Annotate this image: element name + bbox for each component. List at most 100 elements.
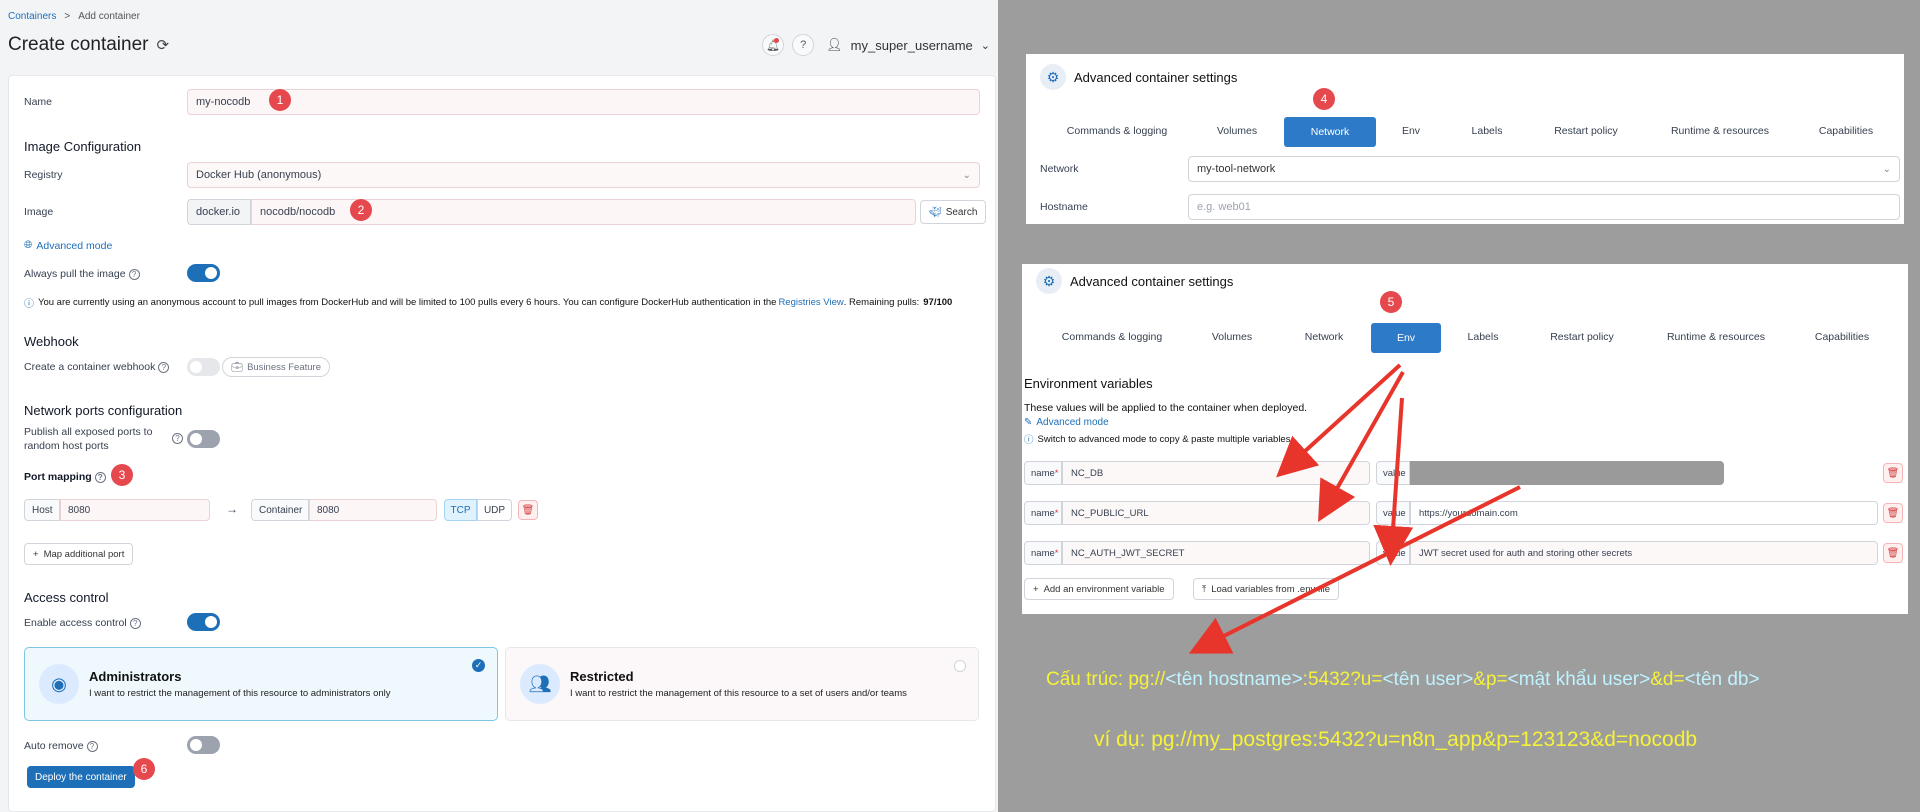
required-marker: * [1054, 547, 1059, 559]
tab-network[interactable]: Network [1284, 117, 1376, 147]
registry-select[interactable]: Docker Hub (anonymous) ⌄ [187, 162, 980, 188]
webhook-label: Create a container webhook? [24, 361, 170, 373]
access-control-toggle[interactable] [187, 613, 220, 631]
registries-view-link[interactable]: Registries View [778, 297, 843, 308]
tab-network[interactable]: Network [1305, 331, 1344, 343]
tab-env[interactable]: Env [1402, 125, 1420, 137]
image-registry-prefix: docker.io [187, 199, 251, 225]
edit-icon: ✎ [1024, 417, 1033, 428]
map-additional-port-button[interactable]: + Map additional port [24, 543, 134, 565]
administrators-text: Administrators I want to restrict the ma… [89, 669, 391, 699]
enable-access-text: Enable access control [24, 617, 127, 629]
publish-ports-toggle[interactable] [187, 430, 220, 448]
port-mapping-label: Port mapping? [24, 471, 106, 483]
help-circle-icon[interactable]: ? [129, 618, 141, 629]
network-select[interactable]: my-tool-network ⌄ [1188, 156, 1900, 182]
help-icon[interactable]: ? [792, 34, 815, 56]
advanced-mode-link[interactable]: 🌐︎ Advanced mode [24, 239, 112, 252]
panel-title: Advanced container settings [1070, 273, 1234, 289]
hostname-input[interactable]: e.g. web01 [1188, 194, 1900, 220]
notification-bell-icon[interactable]: 🔔︎ [762, 34, 785, 56]
tab-volumes[interactable]: Volumes [1212, 331, 1252, 343]
always-pull-toggle[interactable] [187, 264, 220, 282]
auto-remove-toggle[interactable] [187, 736, 220, 754]
breadcrumb-containers-link[interactable]: Containers [8, 11, 56, 22]
gear-icon: ⚙︎ [1040, 64, 1066, 90]
info-icon: ⓘ [1024, 435, 1034, 446]
env-name-input[interactable]: NC_DB [1062, 461, 1370, 485]
help-circle-icon[interactable]: ? [86, 741, 98, 752]
breadcrumb: Containers > Add container [8, 11, 140, 22]
tab-runtime-resources[interactable]: Runtime & resources [1667, 331, 1765, 343]
top-right-toolbar: 🔔︎ ? 👤︎ my_super_username ⌄ [762, 34, 990, 56]
notification-dot [774, 38, 780, 43]
restricted-option-card[interactable]: 👥︎ Restricted I want to restrict the man… [505, 647, 979, 721]
tab-commands-logging[interactable]: Commands & logging [1062, 331, 1162, 343]
env-value-input[interactable]: https://yourdomain.com [1410, 501, 1878, 525]
dockerhub-info-message: ⓘ You are currently using an anonymous a… [24, 295, 952, 310]
upload-icon: ⤒ [1202, 583, 1207, 595]
refresh-icon[interactable]: ⟳ [156, 36, 169, 54]
host-port-input[interactable]: 8080 [60, 499, 210, 521]
remove-env-trash-icon[interactable]: 🗑︎ [1883, 503, 1903, 523]
users-icon: 👥︎ [520, 664, 560, 704]
always-pull-label: Always pull the image? [24, 268, 140, 280]
container-port-input[interactable]: 8080 [309, 499, 437, 521]
eye-off-icon: ◉ [39, 664, 79, 704]
tab-labels[interactable]: Labels [1468, 331, 1499, 343]
docker-icon: 🐳︎ [929, 206, 942, 218]
name-key-text: name [1031, 547, 1055, 559]
username[interactable]: my_super_username [851, 38, 973, 53]
env-name-input[interactable]: NC_PUBLIC_URL [1062, 501, 1370, 525]
tab-runtime-resources[interactable]: Runtime & resources [1671, 125, 1769, 137]
load-env-file-button[interactable]: ⤒ Load variables from .env file [1193, 578, 1340, 600]
tab-restart-policy[interactable]: Restart policy [1550, 331, 1614, 343]
help-circle-icon[interactable]: ? [94, 472, 106, 483]
env-value-input[interactable]: JWT secret used for auth and storing oth… [1410, 541, 1878, 565]
env-advanced-mode-link[interactable]: ✎ Advanced mode [1024, 417, 1109, 428]
search-image-button[interactable]: 🐳︎ Search [920, 200, 987, 224]
tab-commands-logging[interactable]: Commands & logging [1067, 125, 1167, 137]
connection-structure-annotation: Cấu trúc: pg://<tên hostname>:5432?u=<tê… [1046, 669, 1760, 691]
panel-header: ⚙︎ Advanced container settings [1040, 64, 1237, 90]
network-label: Network [1040, 163, 1079, 175]
administrators-option-card[interactable]: ◉ Administrators I want to restrict the … [24, 647, 498, 721]
help-circle-icon[interactable]: ? [158, 362, 170, 373]
name-input[interactable]: my-nocodb [187, 89, 980, 115]
search-button-label: Search [945, 206, 978, 218]
env-value-key-label: value [1376, 461, 1410, 485]
tab-capabilities[interactable]: Capabilities [1815, 331, 1869, 343]
annotation-badge-3: 3 [111, 464, 133, 486]
tab-volumes[interactable]: Volumes [1217, 125, 1257, 137]
network-settings-panel: ⚙︎ Advanced container settings Commands … [1026, 54, 1904, 224]
remaining-pulls: 97/100 [923, 297, 953, 308]
help-circle-icon[interactable]: ? [128, 269, 140, 280]
env-value-input[interactable] [1410, 461, 1724, 485]
administrators-title: Administrators [89, 669, 182, 684]
breadcrumb-separator: > [64, 11, 71, 22]
remove-env-trash-icon[interactable]: 🗑︎ [1883, 543, 1903, 563]
gear-icon: ⚙︎ [1036, 268, 1062, 294]
udp-toggle[interactable]: UDP [477, 499, 512, 521]
registry-value: Docker Hub (anonymous) [196, 169, 322, 181]
env-value-key-label: value [1376, 541, 1410, 565]
auto-remove-text: Auto remove [24, 740, 84, 752]
deploy-container-button[interactable]: Deploy the container [27, 766, 135, 788]
tcp-toggle[interactable]: TCP [444, 499, 477, 521]
restricted-radio[interactable] [954, 660, 966, 672]
tab-capabilities[interactable]: Capabilities [1819, 125, 1873, 137]
env-name-key-label: name * [1024, 541, 1062, 565]
tab-restart-policy[interactable]: Restart policy [1554, 125, 1618, 137]
info-text: You are currently using an anonymous acc… [38, 297, 777, 308]
env-name-input[interactable]: NC_AUTH_JWT_SECRET [1062, 541, 1370, 565]
tab-env[interactable]: Env [1371, 323, 1441, 353]
remove-env-trash-icon[interactable]: 🗑︎ [1883, 463, 1903, 483]
user-menu-chevron-icon[interactable]: ⌄ [981, 39, 990, 52]
tab-labels[interactable]: Labels [1472, 125, 1503, 137]
remove-port-trash-icon[interactable]: 🗑︎ [518, 500, 538, 520]
panel-header: ⚙︎ Advanced container settings [1036, 268, 1233, 294]
webhook-toggle[interactable] [187, 358, 220, 376]
structure-db: <tên db> [1684, 669, 1760, 690]
add-env-variable-button[interactable]: + Add an environment variable [1024, 578, 1174, 600]
help-circle-icon[interactable]: ? [172, 433, 183, 444]
